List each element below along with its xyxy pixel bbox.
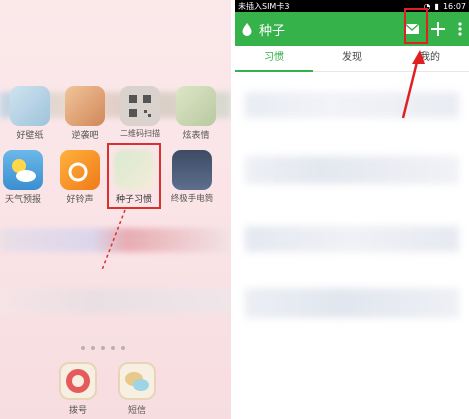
battery-icon: ▮ bbox=[434, 1, 439, 11]
dock-label: 拨号 bbox=[68, 406, 87, 416]
emoji-icon bbox=[176, 86, 216, 126]
app-label: 好壁纸 bbox=[16, 131, 44, 141]
dialer-icon bbox=[59, 362, 97, 400]
app-label: 炫表情 bbox=[182, 131, 210, 141]
tab-discover[interactable]: 发现 bbox=[313, 46, 391, 71]
sms-icon bbox=[118, 362, 156, 400]
status-bar: 未插入SIM卡3 ◔ ▮ 16:07 bbox=[235, 0, 469, 12]
app-ringtone[interactable]: 好铃声 bbox=[52, 150, 108, 205]
page-indicator bbox=[81, 346, 125, 350]
add-habit-button[interactable] bbox=[425, 12, 451, 46]
blurred-content bbox=[245, 288, 459, 318]
app-screen: 未插入SIM卡3 ◔ ▮ 16:07 种子 习惯 发现 我的 bbox=[235, 0, 469, 419]
weather-icon bbox=[3, 150, 43, 190]
app-label: 天气预报 bbox=[4, 195, 41, 205]
app-title: 种子 bbox=[259, 23, 286, 39]
app-qrcode[interactable]: 二维码扫描 bbox=[112, 86, 168, 139]
dock-dialer[interactable]: 拨号 bbox=[53, 362, 103, 416]
dock-sms[interactable]: 短信 bbox=[112, 362, 162, 416]
carrier-text: 未插入SIM卡3 bbox=[238, 1, 290, 11]
highlight-box bbox=[107, 143, 161, 209]
drop-icon bbox=[242, 23, 252, 36]
app-flashlight[interactable]: 终极手电筒 bbox=[164, 150, 220, 204]
home-screen: 好壁纸 逆袭吧 二维码扫描 炫表情 天气预报 好铃声 种子习惯 终极手电筒 拨号… bbox=[0, 0, 231, 419]
blurred-content bbox=[0, 288, 231, 314]
app-label: 好铃声 bbox=[66, 195, 94, 205]
app-nixi[interactable]: 逆袭吧 bbox=[57, 86, 113, 141]
app-wallpaper[interactable]: 好壁纸 bbox=[2, 86, 58, 141]
blurred-content bbox=[245, 226, 459, 252]
app-label: 逆袭吧 bbox=[71, 131, 99, 141]
app-bar: 种子 bbox=[235, 12, 469, 46]
flashlight-icon bbox=[172, 150, 212, 190]
dock-label: 短信 bbox=[127, 406, 146, 416]
plus-icon bbox=[431, 22, 445, 36]
pointer-line bbox=[101, 209, 126, 271]
clock-text: 16:07 bbox=[442, 1, 466, 11]
blurred-content bbox=[245, 156, 459, 184]
ringtone-icon bbox=[60, 150, 100, 190]
tab-mine[interactable]: 我的 bbox=[391, 46, 469, 71]
wallpaper-icon bbox=[10, 86, 50, 126]
app-label: 终极手电筒 bbox=[170, 194, 214, 204]
tab-bar: 习惯 发现 我的 bbox=[235, 46, 469, 72]
game-icon bbox=[65, 86, 105, 126]
qrcode-icon bbox=[120, 86, 160, 126]
tab-habits[interactable]: 习惯 bbox=[235, 46, 313, 71]
tab-indicator bbox=[235, 70, 313, 72]
highlight-box bbox=[404, 8, 428, 44]
app-emoji[interactable]: 炫表情 bbox=[168, 86, 224, 141]
blurred-content bbox=[245, 92, 459, 118]
app-weather[interactable]: 天气预报 bbox=[0, 150, 51, 205]
more-icon bbox=[458, 22, 462, 36]
app-label: 二维码扫描 bbox=[120, 129, 160, 138]
more-button[interactable] bbox=[451, 12, 469, 46]
